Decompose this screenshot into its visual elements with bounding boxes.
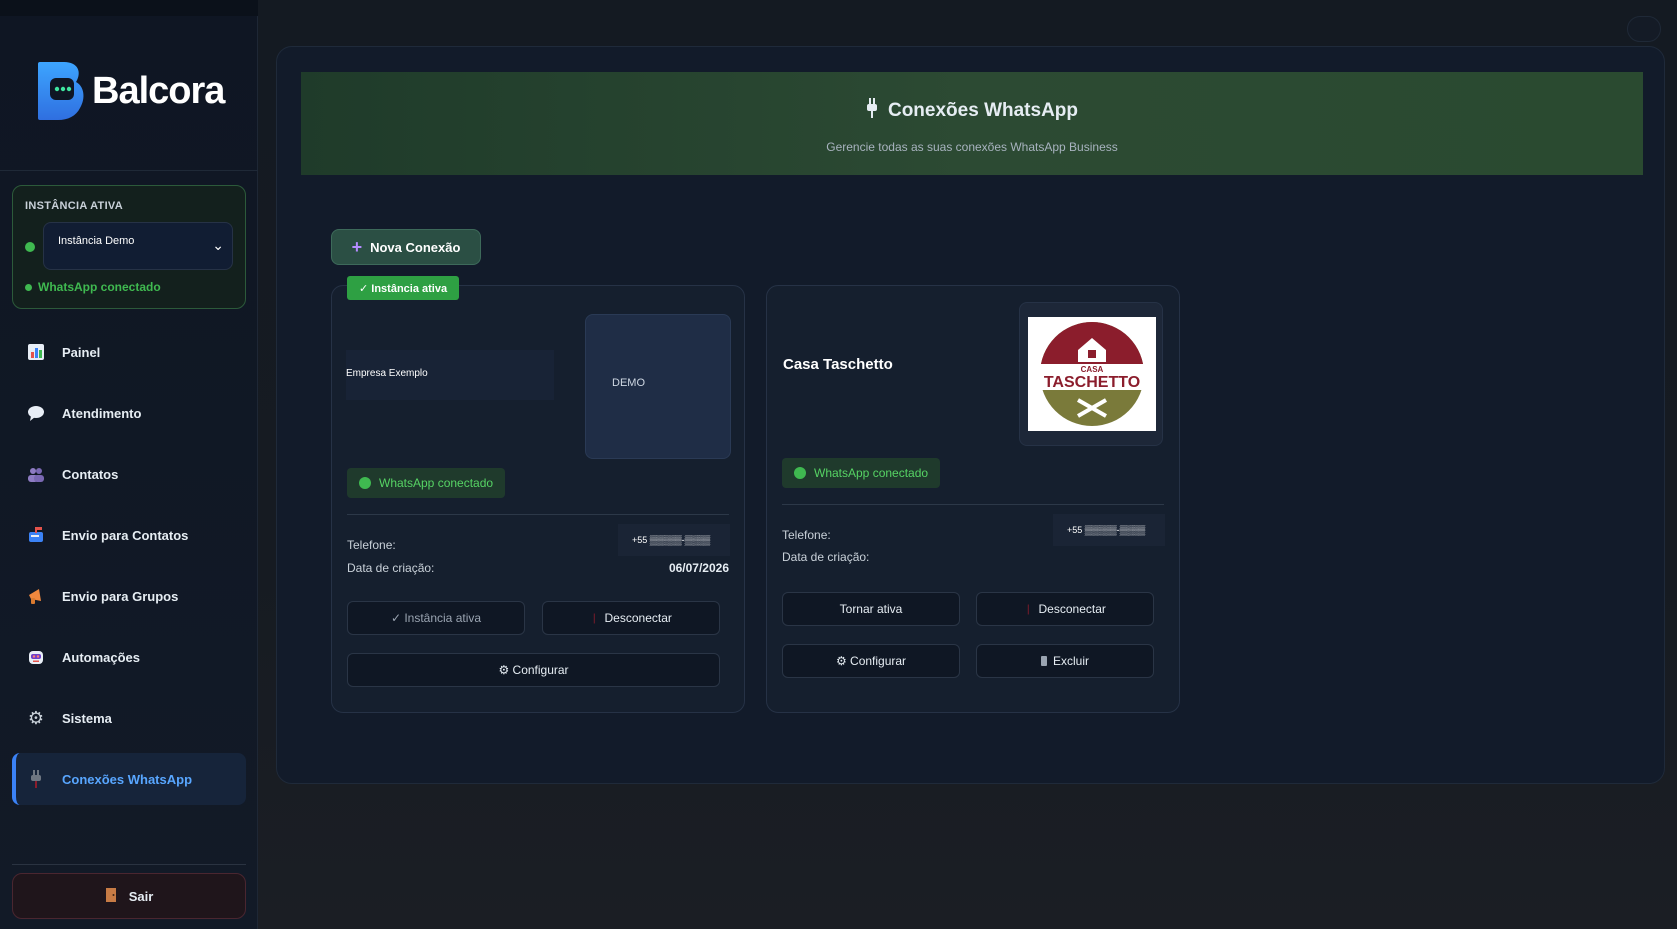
configure-button[interactable]: ⚙ Configurar [347, 653, 720, 687]
logout-label: Sair [128, 888, 154, 904]
main-panel: Conexões WhatsApp Gerencie todas as suas… [276, 46, 1665, 784]
created-label: Data de criação: [347, 561, 435, 575]
page-header: Conexões WhatsApp Gerencie todas as suas… [301, 72, 1643, 175]
brand-name: Balcora [92, 69, 225, 112]
users-icon [26, 464, 46, 484]
whatsapp-status-chip: WhatsApp conectado [782, 458, 941, 488]
page-title-text: Conexões WhatsApp [887, 100, 1079, 121]
instance-status: WhatsApp conectado [25, 280, 161, 294]
connection-card: ✓ Instância ativa Empresa Exemplo DEMO W… [331, 276, 745, 713]
configure-button[interactable]: ⚙ Configurar [782, 644, 960, 678]
brand-logo[interactable]: Balcora [36, 58, 225, 124]
plug-icon [26, 769, 46, 789]
new-connection-button[interactable]: + Nova Conexão [331, 229, 481, 265]
connection-name: Casa Taschetto [783, 356, 893, 373]
chart-icon [26, 342, 46, 362]
disconnect-label: Desconectar [604, 611, 672, 625]
plug-icon: ❘ [590, 612, 599, 624]
sidebar-item-label: Envio para Grupos [62, 588, 179, 604]
whatsapp-status-text: WhatsApp conectado [379, 476, 494, 490]
trash-icon [1040, 656, 1047, 666]
robot-b-logo-icon [36, 58, 86, 124]
created-value: 06/07/2026 [668, 561, 729, 575]
card-divider [347, 514, 729, 515]
sidebar-item-label: Painel [62, 344, 101, 360]
robot-icon [26, 647, 46, 667]
logo-text-taschetto: TASCHETTO [1044, 374, 1140, 391]
connection-image: DEMO [585, 314, 731, 459]
phone-label: Telefone: [347, 538, 396, 552]
chat-bubble-icon [26, 403, 46, 423]
make-active-button[interactable]: Tornar ativa [782, 592, 960, 626]
sidebar-item-sistema[interactable]: ⚙ Sistema [12, 692, 246, 744]
status-dot-icon [25, 283, 32, 291]
created-label: Data de criação: [782, 550, 870, 564]
instance-status-text: WhatsApp conectado [38, 280, 161, 294]
instance-select-value: Instância Demo [58, 235, 135, 247]
new-connection-label: Nova Conexão [370, 239, 461, 255]
top-right-toggle[interactable] [1627, 16, 1661, 42]
connection-image-text: DEMO [612, 377, 645, 389]
sidebar-item-label: Automações [62, 649, 141, 665]
phone-label: Telefone: [782, 528, 831, 542]
sidebar-top-strip [0, 0, 258, 16]
sidebar-item-atendimento[interactable]: Atendimento [12, 387, 246, 439]
disconnect-label: Desconectar [1038, 602, 1106, 616]
sidebar-item-label: Contatos [62, 466, 119, 482]
phone-value: +55 ▒▒▒▒▒-▒▒▒▒ [618, 524, 730, 556]
active-instance-panel: INSTÂNCIA ATIVA Instância Demo ⌄ WhatsAp… [12, 185, 246, 309]
sidebar-item-label: Atendimento [62, 405, 142, 421]
instance-select[interactable]: Instância Demo ⌄ [43, 222, 233, 270]
connection-card: Casa Taschetto CASA TASCHETTO WhatsApp c… [766, 285, 1180, 713]
casa-taschetto-logo-icon: CASA TASCHETTO [1028, 317, 1156, 431]
connection-image: CASA TASCHETTO [1019, 302, 1163, 446]
door-icon [105, 887, 117, 906]
sidebar-item-painel[interactable]: Painel [12, 326, 246, 378]
megaphone-icon [26, 586, 46, 606]
page-title: Conexões WhatsApp [301, 98, 1643, 124]
gear-icon: ⚙ [27, 707, 45, 728]
sidebar-item-envio-grupos[interactable]: Envio para Grupos [12, 570, 246, 622]
sidebar-item-automacoes[interactable]: Automações [12, 631, 246, 683]
whatsapp-status-text: WhatsApp conectado [814, 466, 929, 480]
plug-icon [866, 98, 878, 124]
sidebar-bottom-divider [12, 864, 246, 865]
connection-name: Empresa Exemplo [346, 350, 554, 400]
sidebar-nav: Painel Atendimento Contatos Envio para C… [12, 326, 246, 814]
delete-button[interactable]: Excluir [976, 644, 1154, 678]
card-divider [782, 504, 1164, 505]
chevron-down-icon: ⌄ [212, 237, 224, 253]
sidebar-item-label: Sistema [62, 710, 112, 726]
active-instance-badge: ✓ Instância ativa [347, 276, 460, 300]
delete-label: Excluir [1052, 654, 1089, 668]
whatsapp-status-chip: WhatsApp conectado [347, 468, 506, 498]
instance-status-dot [25, 242, 35, 252]
sidebar-item-contatos[interactable]: Contatos [12, 448, 246, 500]
logo-text-casa: CASA [1081, 365, 1104, 374]
active-instance-title: INSTÂNCIA ATIVA [25, 200, 123, 212]
sidebar-divider [0, 170, 258, 171]
sidebar-item-label: Envio para Contatos [62, 527, 189, 543]
plug-icon: ❘ [1024, 603, 1033, 615]
disconnect-button[interactable]: ❘ Desconectar [542, 601, 720, 635]
phone-value: +55 ▒▒▒▒▒-▒▒▒▒ [1053, 514, 1165, 546]
sidebar: Balcora INSTÂNCIA ATIVA Instância Demo ⌄… [0, 0, 258, 929]
status-dot-icon [359, 477, 371, 489]
page-subtitle: Gerencie todas as suas conexões WhatsApp… [826, 140, 1118, 154]
logout-button[interactable]: Sair [12, 873, 246, 919]
mailbox-icon [26, 525, 46, 545]
status-dot-icon [794, 467, 806, 479]
sidebar-item-envio-contatos[interactable]: Envio para Contatos [12, 509, 246, 561]
sidebar-item-label: Conexões WhatsApp [62, 771, 193, 787]
sidebar-item-conexoes-whatsapp[interactable]: Conexões WhatsApp [12, 753, 246, 805]
plus-icon: + [351, 236, 363, 257]
disconnect-button[interactable]: ❘ Desconectar [976, 592, 1154, 626]
active-instance-button[interactable]: ✓ Instância ativa [347, 601, 525, 635]
